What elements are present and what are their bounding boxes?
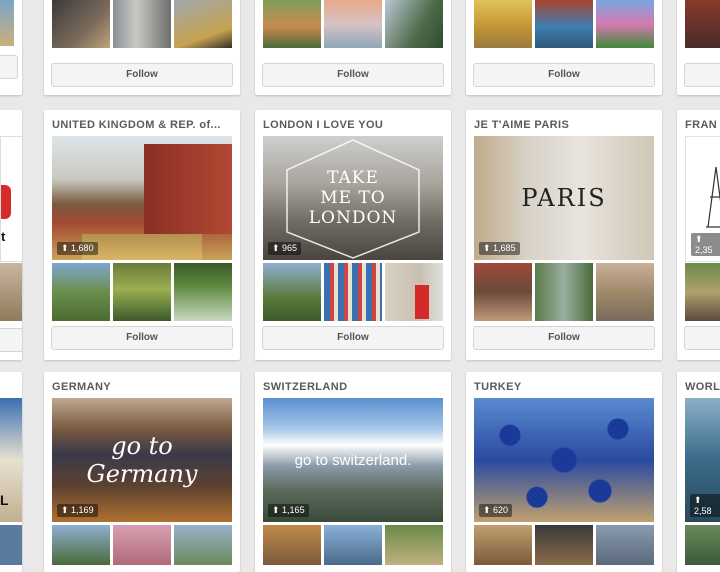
board-thumbnail (535, 263, 593, 321)
board-title: LONDON I LOVE YOU (263, 119, 384, 131)
board-thumbnail (52, 263, 110, 321)
board-thumbnail (535, 0, 593, 48)
follow-button[interactable]: Follow (262, 63, 444, 87)
board-card-top-left-partial[interactable] (0, 0, 22, 95)
board-thumbnail (474, 525, 532, 565)
board-card-germany[interactable]: GERMANY go to Germany ⬆ 1,169 (44, 372, 240, 572)
board-thumbnail (596, 525, 654, 565)
board-cover-image: go to Germany ⬆ 1,169 (52, 398, 232, 522)
board-card-top-1[interactable]: Follow (44, 0, 240, 95)
board-card-paris[interactable]: JE T'AIME PARIS PARIS ⬆ 1,685 Follow (466, 110, 662, 360)
board-thumbnail (113, 263, 171, 321)
red-logo-shape (1, 185, 11, 219)
follow-button[interactable] (684, 326, 720, 350)
board-title: WORL (685, 381, 720, 393)
board-thumbnail (324, 0, 382, 48)
board-card-top-right-partial[interactable] (677, 0, 720, 95)
board-thumbnail (535, 525, 593, 565)
board-thumbnail (685, 0, 720, 48)
board-card-france-partial[interactable]: FRAN ⬆ 2,35 (677, 110, 720, 360)
pin-count: ⬆ 1,169 (57, 504, 98, 517)
board-cover-image: go to switzerland. ⬆ 1,165 (263, 398, 443, 522)
follow-button[interactable]: Follow (51, 326, 233, 350)
board-cover-image: ⬆ 1,680 (52, 136, 232, 260)
board-thumbnail (324, 263, 382, 321)
board-card-turkey[interactable]: TURKEY ⬆ 620 (466, 372, 662, 572)
board-thumbnail (174, 0, 232, 48)
board-thumbnail (52, 0, 110, 48)
pin-count: ⬆ 1,685 (479, 242, 520, 255)
board-title: JE T'AIME PARIS (474, 119, 570, 131)
board-title: GERMANY (52, 381, 112, 393)
follow-button[interactable]: Follow (473, 63, 655, 87)
board-thumbnail (113, 0, 171, 48)
board-thumbnail (685, 525, 720, 565)
board-thumbnail (385, 0, 443, 48)
follow-button[interactable] (684, 63, 720, 87)
board-thumbnail (0, 0, 14, 46)
board-title: TURKEY (474, 381, 522, 393)
board-card-united-kingdom[interactable]: UNITED KINGDOM & REP. of... ⬆ 1,680 Foll… (44, 110, 240, 360)
board-card-left-partial-bottom[interactable]: L (0, 372, 22, 572)
street-shape (82, 234, 202, 260)
board-thumbnail (474, 263, 532, 321)
red-phone-box-shape (415, 285, 429, 319)
board-cover-image: ⬆ 620 (474, 398, 654, 522)
board-thumbnail (685, 263, 720, 321)
board-card-left-partial[interactable]: t (0, 110, 22, 360)
pin-count: ⬆ 620 (479, 504, 513, 517)
follow-button[interactable] (0, 55, 18, 79)
board-cover-image: ⬆ 2,35 (685, 136, 720, 262)
board-thumbnail (596, 0, 654, 48)
follow-button[interactable]: Follow (262, 326, 444, 350)
board-thumbnail (263, 0, 321, 48)
pin-count: ⬆ 1,165 (268, 504, 309, 517)
board-card-switzerland[interactable]: SWITZERLAND go to switzerland. ⬆ 1,165 (255, 372, 451, 572)
board-thumbnail (474, 0, 532, 48)
board-thumbnail (174, 263, 232, 321)
board-title: FRAN (685, 119, 718, 131)
board-thumbnail (263, 525, 321, 565)
board-cover-image: t (0, 136, 22, 262)
pin-count: ⬆ 2,58 (690, 494, 720, 517)
board-card-top-2[interactable]: Follow (255, 0, 451, 95)
red-building-shape (144, 144, 232, 234)
board-card-london[interactable]: LONDON I LOVE YOU TAKE ME TO LONDON ⬆ 96… (255, 110, 451, 360)
follow-button[interactable] (0, 328, 22, 352)
board-thumbnail (263, 263, 321, 321)
board-thumbnail (0, 525, 22, 565)
board-thumbnail (596, 263, 654, 321)
cover-text: t (1, 229, 6, 244)
board-thumbnail (385, 263, 443, 321)
pin-count: ⬆ 965 (268, 242, 302, 255)
board-thumbnail (113, 525, 171, 565)
board-title: SWITZERLAND (263, 381, 348, 393)
board-card-world-partial[interactable]: WORL ⬆ 2,58 (677, 372, 720, 572)
board-thumbnail (52, 525, 110, 565)
follow-button[interactable]: Follow (51, 63, 233, 87)
board-thumbnail (174, 525, 232, 565)
board-cover-image: PARIS ⬆ 1,685 (474, 136, 654, 260)
board-cover-image: L (0, 398, 22, 522)
board-thumbnail (0, 263, 22, 321)
board-cover-image: TAKE ME TO LONDON ⬆ 965 (263, 136, 443, 260)
cover-text: L (0, 492, 9, 508)
board-thumbnail (385, 525, 443, 565)
board-card-top-3[interactable]: Follow (466, 0, 662, 95)
board-title: UNITED KINGDOM & REP. of... (52, 119, 221, 131)
board-thumbnail (324, 525, 382, 565)
follow-button[interactable]: Follow (473, 326, 655, 350)
pin-count: ⬆ 1,680 (57, 242, 98, 255)
pin-count: ⬆ 2,35 (691, 233, 720, 256)
board-cover-image: ⬆ 2,58 (685, 398, 720, 522)
